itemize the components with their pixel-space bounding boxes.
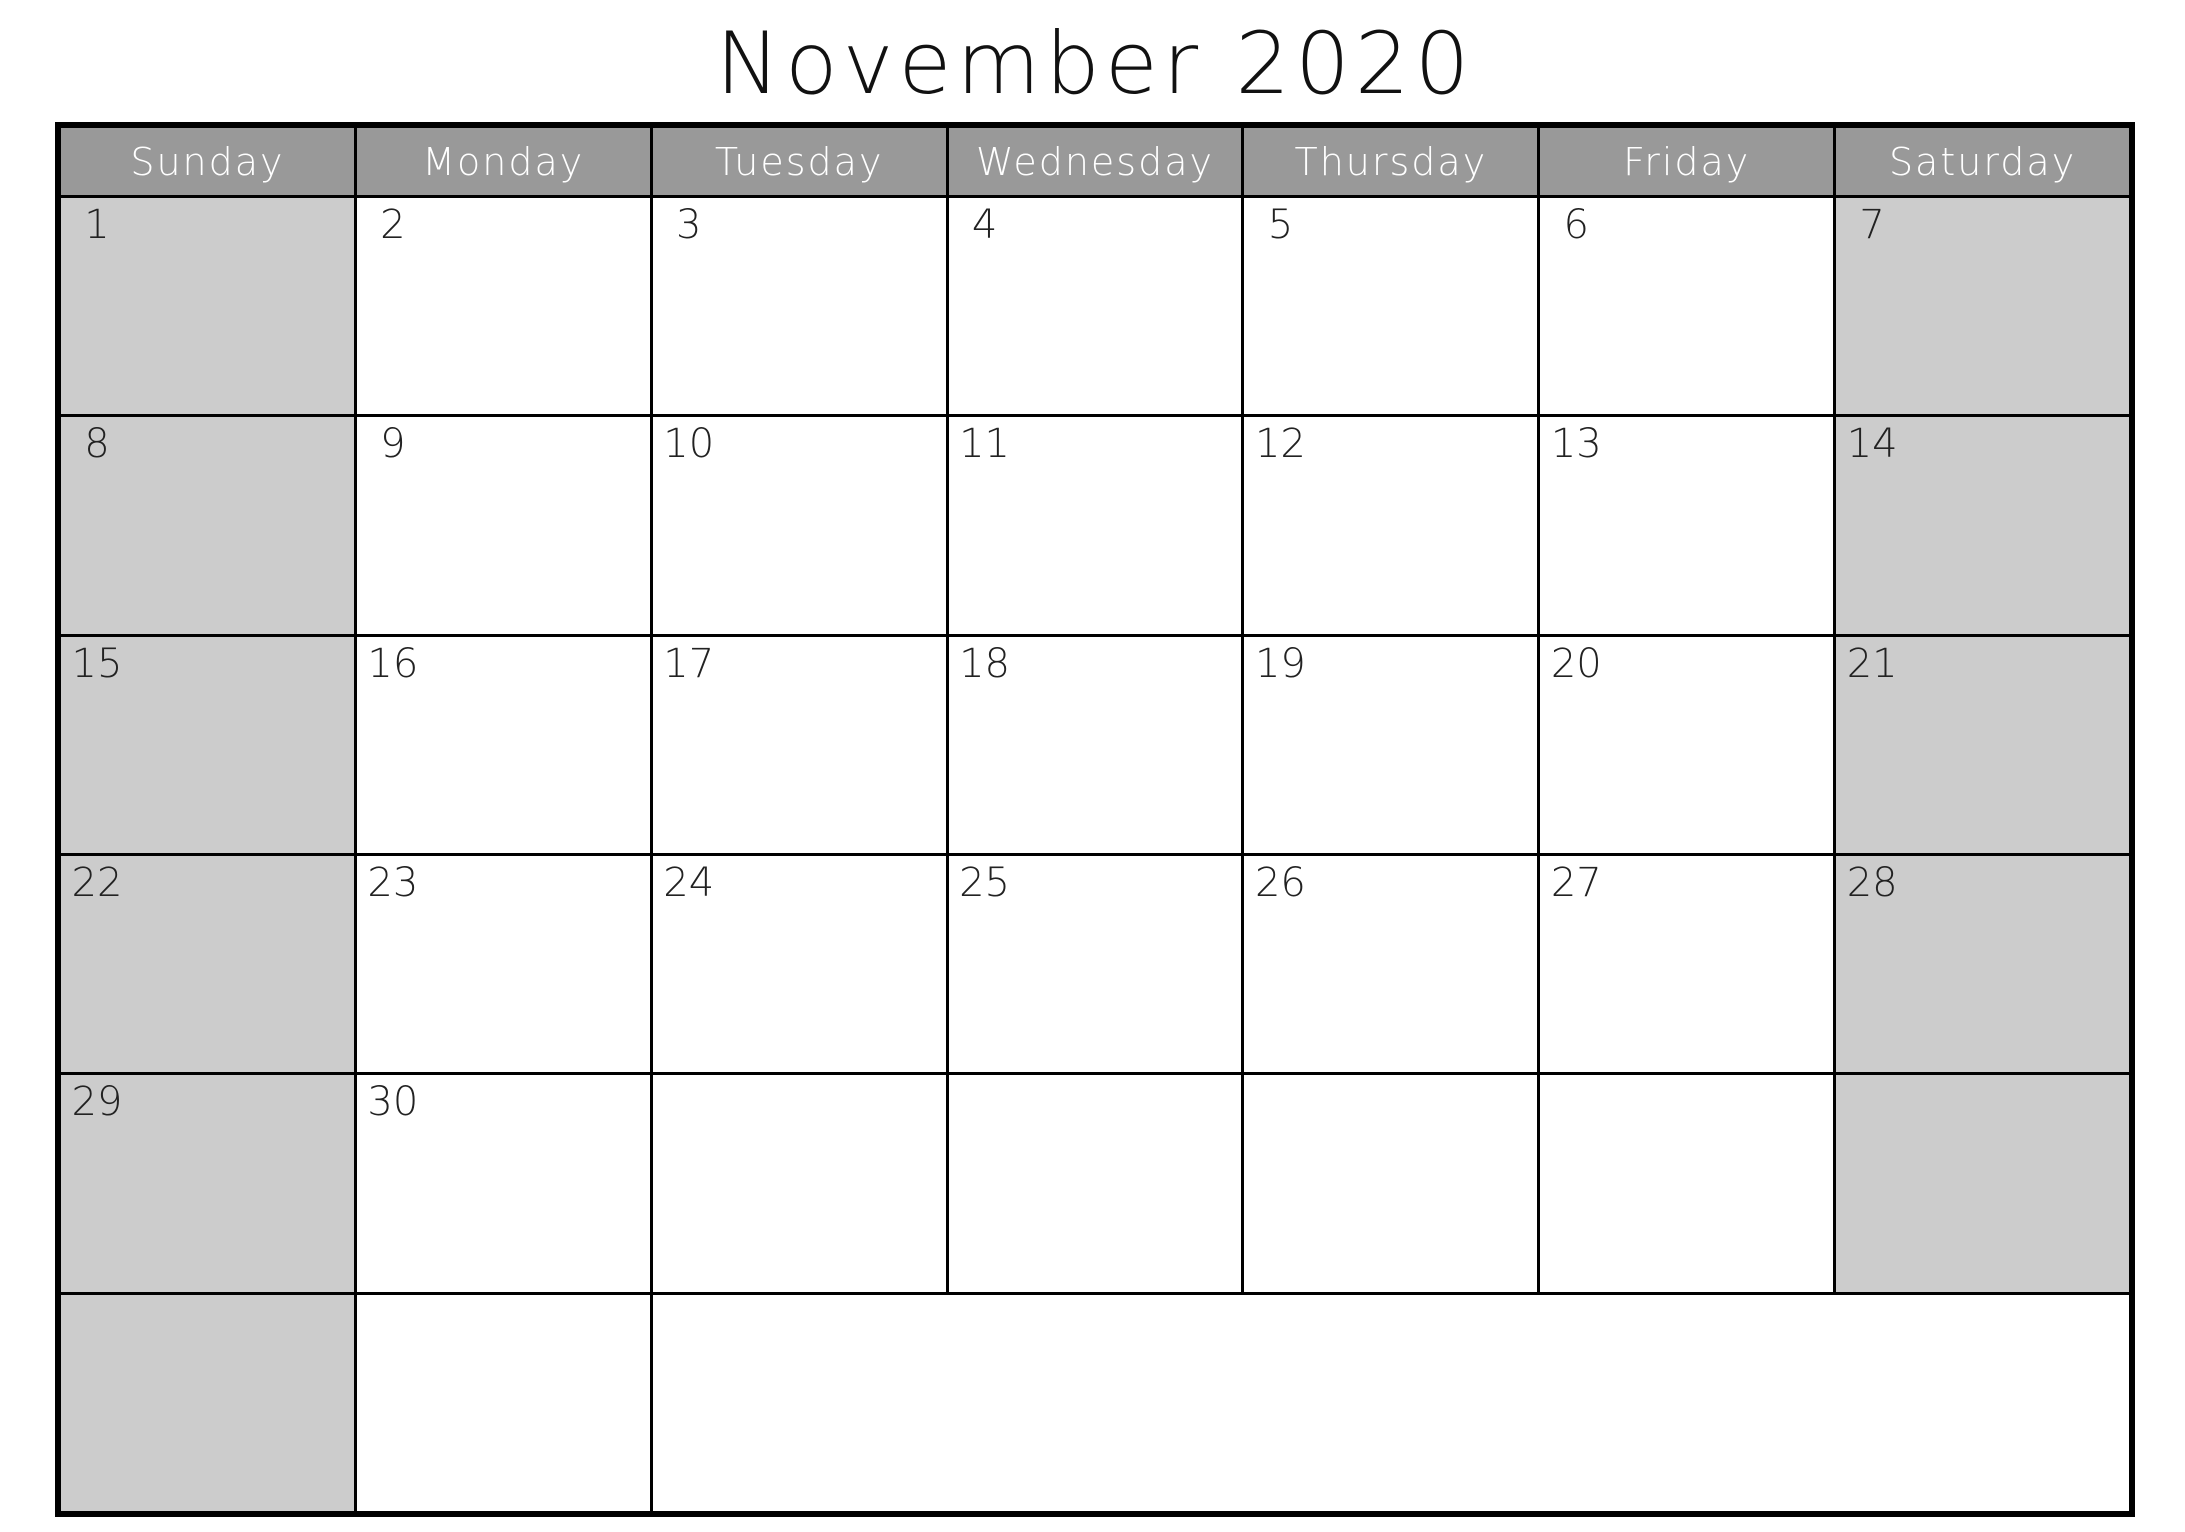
day-cell[interactable]: 24 <box>652 855 946 1073</box>
day-cell[interactable]: 25 <box>948 855 1242 1073</box>
day-cell[interactable]: 19 <box>1244 636 1538 853</box>
day-cell[interactable]: 12 <box>1244 417 1538 634</box>
day-cell[interactable]: 30 <box>356 1075 650 1292</box>
day-number: 15 <box>71 640 123 687</box>
day-cell[interactable]: 2 <box>356 198 650 415</box>
weekday-header-tuesday: Tuesday <box>652 128 946 195</box>
day-cell[interactable]: 1 <box>61 198 354 415</box>
day-number: 29 <box>71 1079 123 1126</box>
day-number: 13 <box>1550 421 1602 468</box>
day-number: 7 <box>1859 202 1885 248</box>
day-number: 16 <box>367 640 419 687</box>
weekday-header-friday: Friday <box>1540 128 1834 195</box>
day-cell[interactable]: 17 <box>652 636 946 853</box>
calendar-title: November 2020 <box>715 14 1475 114</box>
day-number: 11 <box>959 421 1011 468</box>
day-cell[interactable]: 18 <box>948 636 1242 853</box>
day-cell[interactable]: 10 <box>652 417 946 634</box>
day-number: 8 <box>84 421 110 468</box>
day-number: 4 <box>971 202 998 248</box>
day-number: 5 <box>1267 202 1294 248</box>
weekday-header-thursday: Thursday <box>1244 128 1538 195</box>
day-number: 12 <box>1254 421 1306 468</box>
day-cell[interactable]: 23 <box>356 855 650 1073</box>
day-number: 3 <box>675 202 702 248</box>
day-number: 30 <box>367 1079 419 1126</box>
empty-day-cell[interactable] <box>61 1294 354 1511</box>
day-number: 6 <box>1563 202 1589 248</box>
day-number: 23 <box>367 859 419 906</box>
day-cell[interactable]: 6 <box>1540 198 1834 415</box>
weekday-header-monday: Monday <box>356 128 650 195</box>
day-cell[interactable]: 13 <box>1540 417 1834 634</box>
day-number: 17 <box>663 640 715 687</box>
day-number: 14 <box>1846 421 1898 468</box>
day-number: 25 <box>959 859 1011 906</box>
empty-day-cell[interactable] <box>356 1294 650 1511</box>
day-cell[interactable]: 11 <box>948 417 1242 634</box>
day-cell[interactable]: 27 <box>1540 855 1834 1073</box>
weekday-header-saturday: Saturday <box>1836 128 2129 195</box>
day-number: 22 <box>71 859 123 906</box>
day-cell[interactable]: 5 <box>1244 198 1538 415</box>
day-cell[interactable]: 20 <box>1540 636 1834 853</box>
notes-area[interactable] <box>652 1294 2129 1511</box>
day-number: 10 <box>663 421 715 468</box>
day-cell[interactable]: 14 <box>1836 417 2129 634</box>
day-number: 9 <box>380 421 406 468</box>
weekday-header-wednesday: Wednesday <box>948 128 1242 195</box>
day-number: 28 <box>1846 859 1898 906</box>
day-cell[interactable]: 15 <box>61 636 354 853</box>
day-number: 1 <box>84 202 110 248</box>
day-cell[interactable]: 7 <box>1836 198 2129 415</box>
empty-day-cell[interactable] <box>1836 1075 2129 1292</box>
day-number: 20 <box>1550 640 1602 687</box>
day-number: 26 <box>1254 859 1306 906</box>
day-cell[interactable]: 16 <box>356 636 650 853</box>
day-cell[interactable]: 3 <box>652 198 946 415</box>
empty-day-cell[interactable] <box>948 1075 1242 1292</box>
calendar-grid: Sunday Monday Tuesday Wednesday Thursday… <box>55 122 2135 1517</box>
day-cell[interactable]: 8 <box>61 417 354 634</box>
empty-day-cell[interactable] <box>1540 1075 1834 1292</box>
day-number: 21 <box>1846 640 1898 687</box>
day-cell[interactable]: 4 <box>948 198 1242 415</box>
weekday-header-sunday: Sunday <box>61 128 354 195</box>
empty-day-cell[interactable] <box>1244 1075 1538 1292</box>
day-cell[interactable]: 22 <box>61 855 354 1073</box>
day-cell[interactable]: 26 <box>1244 855 1538 1073</box>
day-cell[interactable]: 28 <box>1836 855 2129 1073</box>
day-number: 18 <box>959 640 1011 687</box>
day-number: 19 <box>1254 640 1306 687</box>
day-cell[interactable]: 9 <box>356 417 650 634</box>
day-number: 27 <box>1550 859 1602 906</box>
day-cell[interactable]: 29 <box>61 1075 354 1292</box>
day-number: 2 <box>380 202 406 248</box>
day-number: 24 <box>663 859 715 906</box>
day-cell[interactable]: 21 <box>1836 636 2129 853</box>
empty-day-cell[interactable] <box>652 1075 946 1292</box>
